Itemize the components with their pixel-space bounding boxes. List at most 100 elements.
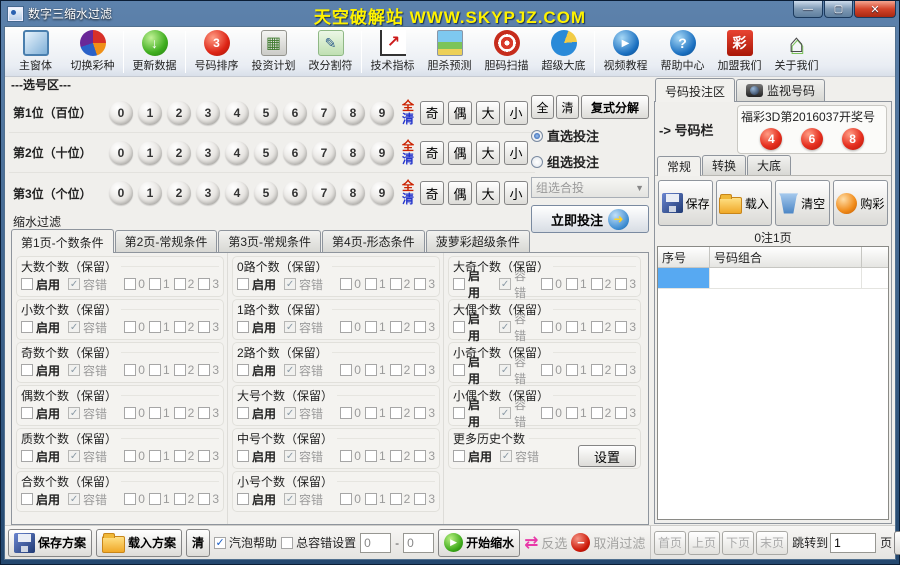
number-ball[interactable]: 0 [109,141,133,165]
quick-odd-button[interactable]: 奇 [420,101,444,125]
number-mode-tab[interactable]: 常规 [657,156,701,176]
quick-big-button[interactable]: 大 [476,141,500,165]
count-checkbox[interactable] [414,450,426,462]
save-plan-button[interactable]: 保存方案 [8,529,92,557]
direct-bet-radio-row[interactable]: 直选投注 [531,126,649,145]
pager-button[interactable]: 上页 [688,531,720,555]
tolerance-checkbox[interactable] [68,364,80,376]
tolerance-to-input[interactable] [403,533,434,553]
tolerance-checkbox[interactable] [284,407,296,419]
cancel-filter-button[interactable]: 取消过滤 [571,533,645,552]
count-checkbox[interactable] [390,278,402,290]
tolerance-checkbox[interactable] [500,450,512,462]
count-checkbox[interactable] [149,278,161,290]
count-checkbox[interactable] [149,407,161,419]
select-all-link[interactable]: 全 [402,100,414,113]
count-checkbox[interactable] [174,450,186,462]
start-shrink-button[interactable]: 开始缩水 [438,529,520,557]
count-checkbox[interactable] [340,407,352,419]
count-checkbox[interactable] [541,407,553,419]
count-checkbox[interactable] [591,321,603,333]
count-checkbox[interactable] [566,278,578,290]
enable-checkbox[interactable] [21,278,33,290]
load-button[interactable]: 载入 [716,180,771,226]
filter-tab[interactable]: 第3页-常规条件 [218,230,321,252]
save-button[interactable]: 保存 [658,180,713,226]
tolerance-checkbox[interactable] [499,278,511,290]
quick-even-button[interactable]: 偶 [448,101,472,125]
number-ball[interactable]: 6 [283,141,307,165]
tab-bet-area[interactable]: 号码投注区 [655,78,735,102]
count-checkbox[interactable] [541,364,553,376]
enable-checkbox[interactable] [453,407,465,419]
count-checkbox[interactable] [591,278,603,290]
enable-checkbox[interactable] [453,364,465,376]
count-checkbox[interactable] [615,364,627,376]
clear-all-link[interactable]: 清 [402,113,414,126]
filter-tab[interactable]: 菠萝彩超级条件 [426,230,530,252]
tolerance-checkbox[interactable] [284,321,296,333]
number-ball[interactable]: 2 [167,101,191,125]
count-checkbox[interactable] [365,493,377,505]
number-ball[interactable]: 1 [138,101,162,125]
count-checkbox[interactable] [174,364,186,376]
count-checkbox[interactable] [340,493,352,505]
minimize-button[interactable]: — [793,1,823,18]
tolerance-checkbox[interactable] [284,450,296,462]
count-checkbox[interactable] [591,407,603,419]
count-checkbox[interactable] [340,321,352,333]
count-checkbox[interactable] [198,407,210,419]
group-bet-radio[interactable] [531,156,543,168]
buy-button[interactable]: 购彩 [833,180,888,226]
select-all-button[interactable]: 全 [531,95,554,119]
count-checkbox[interactable] [414,321,426,333]
count-checkbox[interactable] [566,407,578,419]
count-checkbox[interactable] [340,450,352,462]
count-checkbox[interactable] [198,493,210,505]
count-checkbox[interactable] [174,278,186,290]
count-checkbox[interactable] [414,407,426,419]
count-checkbox[interactable] [124,407,136,419]
count-checkbox[interactable] [340,278,352,290]
count-checkbox[interactable] [198,450,210,462]
enable-checkbox[interactable] [237,407,249,419]
count-checkbox[interactable] [198,278,210,290]
enable-checkbox[interactable] [453,450,465,462]
toolbar-item-join[interactable]: 加盟我们 [711,28,768,76]
number-ball[interactable]: 7 [312,101,336,125]
enable-checkbox[interactable] [453,321,465,333]
number-mode-tab[interactable]: 转换 [702,155,746,175]
enable-checkbox[interactable] [237,450,249,462]
count-checkbox[interactable] [365,407,377,419]
quick-small-button[interactable]: 小 [504,101,528,125]
number-ball[interactable]: 9 [370,101,394,125]
bubble-help-checkbox[interactable] [214,537,226,549]
count-checkbox[interactable] [390,493,402,505]
number-ball[interactable]: 9 [370,141,394,165]
number-ball[interactable]: 3 [196,101,220,125]
tolerance-checkbox[interactable] [68,407,80,419]
filter-tab[interactable]: 第1页-个数条件 [11,229,114,253]
count-checkbox[interactable] [149,450,161,462]
table-row[interactable] [658,268,888,289]
count-checkbox[interactable] [615,278,627,290]
quick-small-button[interactable]: 小 [504,141,528,165]
count-checkbox[interactable] [124,278,136,290]
number-ball[interactable]: 5 [254,101,278,125]
count-checkbox[interactable] [615,321,627,333]
enable-checkbox[interactable] [237,278,249,290]
toolbar-item-main-window[interactable]: 主窗体 [7,28,64,76]
number-ball[interactable]: 8 [341,141,365,165]
clear-button[interactable]: 清空 [775,180,830,226]
toolbar-item-switch-lottery[interactable]: 切换彩种 [64,28,121,76]
count-checkbox[interactable] [414,493,426,505]
load-plan-button[interactable]: 载入方案 [96,529,182,557]
pager-button[interactable]: 首页 [654,531,686,555]
number-mode-tab[interactable]: 大底 [747,155,791,175]
number-ball[interactable]: 4 [225,101,249,125]
count-checkbox[interactable] [124,493,136,505]
pager-button[interactable]: 末页 [756,531,788,555]
clear-all-link[interactable]: 清 [402,153,414,166]
toolbar-item-about[interactable]: 关于我们 [768,28,825,76]
count-checkbox[interactable] [414,278,426,290]
